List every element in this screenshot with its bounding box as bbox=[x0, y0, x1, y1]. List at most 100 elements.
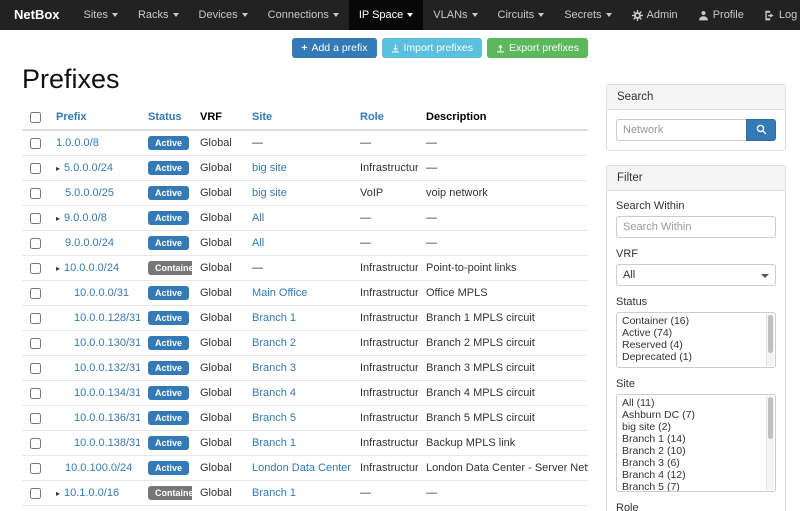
column-header-role[interactable]: Role bbox=[352, 105, 418, 130]
prefix-link[interactable]: 10.0.0.138/31 bbox=[74, 437, 140, 449]
row-checkbox[interactable] bbox=[30, 138, 41, 149]
status-badge: Active bbox=[148, 336, 189, 350]
scrollbar-thumb[interactable] bbox=[768, 397, 773, 439]
prefix-link[interactable]: 9.0.0.0/24 bbox=[65, 237, 114, 249]
site-link[interactable]: Branch 2 bbox=[252, 337, 296, 349]
nav-item-admin[interactable]: Admin bbox=[622, 0, 688, 30]
prefix-link[interactable]: 10.0.0.0/24 bbox=[64, 262, 119, 274]
nav-item-devices[interactable]: Devices bbox=[189, 0, 258, 30]
nav-item-secrets[interactable]: Secrets bbox=[554, 0, 621, 30]
prefix-link[interactable]: 5.0.0.0/24 bbox=[64, 162, 113, 174]
row-checkbox[interactable] bbox=[30, 213, 41, 224]
prefix-link[interactable]: 5.0.0.0/25 bbox=[65, 187, 114, 199]
listbox-option-reserved-4[interactable]: Reserved (4) bbox=[617, 339, 775, 351]
column-header-prefix[interactable]: Prefix bbox=[48, 105, 140, 130]
prefix-link[interactable]: 9.0.0.0/8 bbox=[64, 212, 107, 224]
row-checkbox[interactable] bbox=[30, 288, 41, 299]
search-within-input[interactable] bbox=[616, 216, 776, 238]
search-input[interactable] bbox=[616, 119, 746, 141]
scrollbar[interactable] bbox=[766, 396, 774, 490]
right-sidebar: Search Filter Search Within VRF bbox=[606, 84, 786, 511]
role-cell: — bbox=[352, 130, 418, 156]
row-checkbox[interactable] bbox=[30, 438, 41, 449]
expand-caret-icon: ▸ bbox=[56, 164, 60, 173]
row-checkbox[interactable] bbox=[30, 488, 41, 499]
listbox-option-branch-2-10[interactable]: Branch 2 (10) bbox=[617, 445, 775, 457]
listbox-option-branch-3-6[interactable]: Branch 3 (6) bbox=[617, 457, 775, 469]
prefix-link[interactable]: 10.0.0.136/31 bbox=[74, 412, 140, 424]
site-link[interactable]: Main Office bbox=[252, 287, 307, 299]
chevron-down-icon bbox=[173, 13, 179, 17]
role-cell: Infrastructure bbox=[352, 281, 418, 306]
site-link[interactable]: big site bbox=[252, 162, 287, 174]
row-checkbox[interactable] bbox=[30, 338, 41, 349]
site-link[interactable]: All bbox=[252, 237, 264, 249]
nav-item-label: Connections bbox=[268, 0, 329, 30]
row-checkbox-cell bbox=[22, 130, 48, 156]
prefix-link[interactable]: 10.0.100.0/24 bbox=[65, 462, 132, 474]
listbox-option-branch-4-12[interactable]: Branch 4 (12) bbox=[617, 469, 775, 481]
listbox-option-deprecated-1[interactable]: Deprecated (1) bbox=[617, 351, 775, 363]
row-checkbox[interactable] bbox=[30, 363, 41, 374]
status-listbox[interactable]: Container (16)Active (74)Reserved (4)Dep… bbox=[616, 312, 776, 368]
nav-item-connections[interactable]: Connections bbox=[258, 0, 349, 30]
prefix-row: ▸10.1.0.0/24ContainerGlobalBranch 1Infra… bbox=[22, 506, 588, 511]
prefix-link[interactable]: 10.0.0.128/31 bbox=[74, 312, 140, 324]
nav-item-ip-space[interactable]: IP Space bbox=[349, 0, 423, 30]
listbox-option-all-11[interactable]: All (11) bbox=[617, 397, 775, 409]
listbox-option-branch-1-14[interactable]: Branch 1 (14) bbox=[617, 433, 775, 445]
nav-item-circuits[interactable]: Circuits bbox=[488, 0, 555, 30]
vrf-select[interactable]: All bbox=[616, 264, 776, 286]
site-link[interactable]: Branch 1 bbox=[252, 312, 296, 324]
listbox-option-big-site-2[interactable]: big site (2) bbox=[617, 421, 775, 433]
nav-item-racks[interactable]: Racks bbox=[128, 0, 189, 30]
listbox-option-active-74[interactable]: Active (74) bbox=[617, 327, 775, 339]
import-prefixes-button[interactable]: Import prefixes bbox=[382, 38, 482, 58]
prefix-cell: 10.0.0.128/31 bbox=[48, 306, 140, 331]
row-checkbox[interactable] bbox=[30, 263, 41, 274]
row-checkbox[interactable] bbox=[30, 188, 41, 199]
nav-item-sites[interactable]: Sites bbox=[74, 0, 128, 30]
select-all-checkbox[interactable] bbox=[30, 112, 41, 123]
site-link[interactable]: Branch 1 bbox=[252, 437, 296, 449]
site-link[interactable]: All bbox=[252, 212, 264, 224]
site-link[interactable]: Branch 3 bbox=[252, 362, 296, 374]
row-checkbox[interactable] bbox=[30, 388, 41, 399]
column-header-status[interactable]: Status bbox=[140, 105, 192, 130]
site-link[interactable]: London Data Center bbox=[252, 462, 351, 474]
prefix-link[interactable]: 10.1.0.0/16 bbox=[64, 487, 119, 499]
listbox-option-branch-5-7[interactable]: Branch 5 (7) bbox=[617, 481, 775, 492]
prefix-link[interactable]: 10.0.0.134/31 bbox=[74, 387, 140, 399]
filter-panel-title: Filter bbox=[607, 166, 785, 191]
site-link[interactable]: Branch 5 bbox=[252, 412, 296, 424]
nav-item-logout[interactable]: Log out bbox=[754, 0, 800, 30]
export-prefixes-button[interactable]: Export prefixes bbox=[487, 38, 588, 58]
scrollbar-thumb[interactable] bbox=[768, 315, 773, 353]
prefix-link[interactable]: 10.0.0.132/31 bbox=[74, 362, 140, 374]
listbox-option-ashburn-dc-7[interactable]: Ashburn DC (7) bbox=[617, 409, 775, 421]
prefix-link[interactable]: 10.0.0.130/31 bbox=[74, 337, 140, 349]
role-cell: — bbox=[352, 206, 418, 231]
listbox-option-container-16[interactable]: Container (16) bbox=[617, 315, 775, 327]
nav-item-label: VLANs bbox=[433, 0, 467, 30]
nav-item-vlans[interactable]: VLANs bbox=[423, 0, 487, 30]
search-button[interactable] bbox=[746, 119, 776, 141]
row-checkbox[interactable] bbox=[30, 238, 41, 249]
prefix-link[interactable]: 1.0.0.0/8 bbox=[56, 137, 99, 149]
add-prefix-button[interactable]: + Add a prefix bbox=[292, 38, 376, 58]
row-checkbox[interactable] bbox=[30, 413, 41, 424]
prefix-link[interactable]: 10.0.0.0/31 bbox=[74, 287, 129, 299]
description-cell: Branch 2 MPLS circuit bbox=[418, 331, 588, 356]
site-listbox[interactable]: All (11)Ashburn DC (7)big site (2)Branch… bbox=[616, 394, 776, 492]
nav-item-profile[interactable]: Profile bbox=[688, 0, 754, 30]
brand-logo[interactable]: NetBox bbox=[0, 0, 74, 30]
user-nav: Admin Profile Log out bbox=[622, 0, 800, 30]
scrollbar[interactable] bbox=[766, 314, 774, 366]
site-link[interactable]: Branch 4 bbox=[252, 387, 296, 399]
site-link[interactable]: Branch 1 bbox=[252, 487, 296, 499]
site-link[interactable]: big site bbox=[252, 187, 287, 199]
row-checkbox[interactable] bbox=[30, 163, 41, 174]
column-header-site[interactable]: Site bbox=[244, 105, 352, 130]
row-checkbox[interactable] bbox=[30, 313, 41, 324]
row-checkbox[interactable] bbox=[30, 463, 41, 474]
